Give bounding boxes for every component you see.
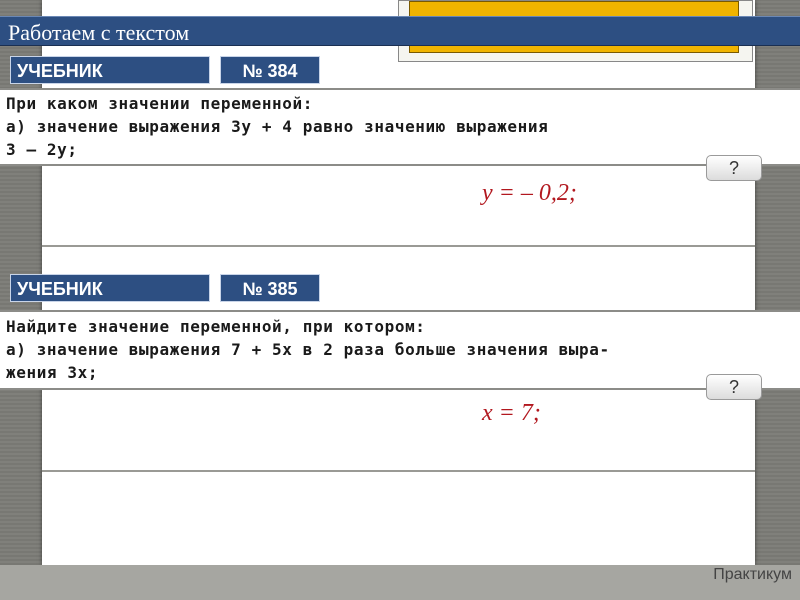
task-text-box: Найдите значение переменной, при котором… <box>0 310 800 390</box>
footer-label: Практикум <box>713 566 792 583</box>
textbook-label: УЧЕБНИК <box>10 56 210 84</box>
paper-rule <box>42 470 755 472</box>
task-line: Найдите значение переменной, при котором… <box>6 317 426 336</box>
paper-rule <box>42 245 755 247</box>
bottom-strip <box>0 565 800 600</box>
answer-text: y = – 0,2; <box>482 180 577 206</box>
task-line: При каком значении переменной: <box>6 94 313 113</box>
task-line: а) значение выражения 3y + 4 равно значе… <box>6 117 549 136</box>
answer-text: x = 7; <box>482 400 541 426</box>
textbook-label: УЧЕБНИК <box>10 274 210 302</box>
task-line: а) значение выражения 7 + 5x в 2 раза бо… <box>6 340 610 359</box>
task-number: № 385 <box>220 274 320 302</box>
title-bar: Работаем с текстом <box>0 16 800 46</box>
task-text-box: При каком значении переменной: а) значен… <box>0 88 800 166</box>
help-button[interactable]: ? <box>706 374 762 400</box>
task-number: № 384 <box>220 56 320 84</box>
task-line: 3 – 2y; <box>6 140 78 159</box>
help-button[interactable]: ? <box>706 155 762 181</box>
page-title: Работаем с текстом <box>8 20 190 45</box>
task-line: жения 3x; <box>6 363 99 382</box>
